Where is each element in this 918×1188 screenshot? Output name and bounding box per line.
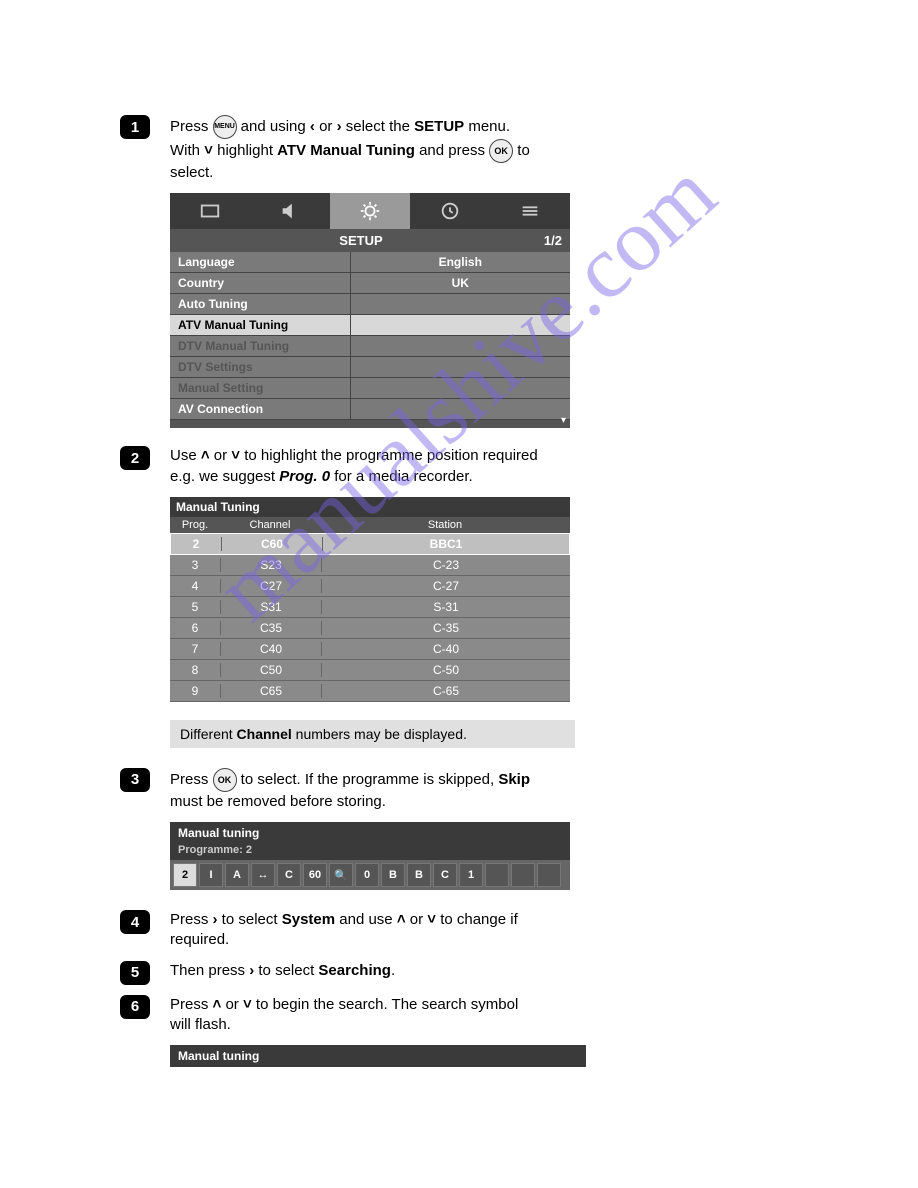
programme-cell: 0 <box>355 863 379 887</box>
programme-cell: B <box>407 863 431 887</box>
step-3: 3 Press OK to select. If the programme i… <box>120 768 858 812</box>
ok-button-icon: OK <box>213 768 237 792</box>
step-badge: 3 <box>120 768 150 792</box>
menu-button-icon: MENU <box>213 115 237 139</box>
programme-cell: A <box>225 863 249 887</box>
manual-tuning-row: 3S23C-23 <box>170 555 570 576</box>
step-text: Press ˄ or ˅ to begin the search. The se… <box>170 995 540 1036</box>
down-arrow-icon: ˅ <box>231 446 240 466</box>
programme-cell: 2 <box>173 863 197 887</box>
setup-row: DTV Manual Tuning <box>170 336 570 357</box>
setup-scroll-indicator <box>170 420 570 428</box>
step-text: Then press › to select Searching. <box>170 961 395 981</box>
ok-button-icon: OK <box>489 139 513 163</box>
setup-row: AV Connection <box>170 399 570 420</box>
step-badge: 2 <box>120 446 150 470</box>
note-box: Different Channel numbers may be display… <box>170 720 575 748</box>
programme-strip: 2IA↔C60🔍0BBC1 <box>170 860 570 890</box>
setup-row: CountryUK <box>170 273 570 294</box>
tab-picture-icon <box>170 193 250 229</box>
setup-items-table: LanguageEnglishCountryUKAuto TuningATV M… <box>170 252 570 420</box>
manual-tuning-header: Prog.ChannelStation <box>170 517 570 533</box>
manual-tuning-row: 4C27C-27 <box>170 576 570 597</box>
programme-bar: Manual tuning Programme: 2 2IA↔C60🔍0BBC1 <box>170 822 570 890</box>
up-arrow-icon: ˄ <box>201 446 210 466</box>
programme-cell: 60 <box>303 863 327 887</box>
step-badge: 4 <box>120 910 150 934</box>
step-badge: 1 <box>120 115 150 139</box>
manual-tuning-row: 9C65C-65 <box>170 681 570 702</box>
programme-cell <box>485 863 509 887</box>
up-arrow-icon: ˄ <box>397 910 406 930</box>
down-arrow-icon: ˅ <box>204 141 213 161</box>
step-1: 1 Press MENU and using ‹ or › select the… <box>120 115 858 183</box>
step-text: Use ˄ or ˅ to highlight the programme po… <box>170 446 540 487</box>
setup-row: Auto Tuning <box>170 294 570 315</box>
step-2: 2 Use ˄ or ˅ to highlight the programme … <box>120 446 858 487</box>
tab-setup-icon <box>330 193 410 229</box>
manual-tuning-row: 7C40C-40 <box>170 639 570 660</box>
setup-row: Manual Setting <box>170 378 570 399</box>
programme-cell: B <box>381 863 405 887</box>
setup-title-row: SETUP1/2 <box>170 229 570 252</box>
programme-cell <box>537 863 561 887</box>
step-badge: 5 <box>120 961 150 985</box>
step-4: 4 Press › to select System and use ˄ or … <box>120 910 858 951</box>
programme-cell: I <box>199 863 223 887</box>
down-arrow-icon: ˅ <box>243 995 252 1015</box>
programme-bar-title: Manual tuning <box>170 822 570 844</box>
step-badge: 6 <box>120 995 150 1019</box>
programme-cell: 🔍 <box>329 863 353 887</box>
setup-panel: SETUP1/2 LanguageEnglishCountryUKAuto Tu… <box>170 193 570 428</box>
tab-timer-icon <box>410 193 490 229</box>
setup-tabs <box>170 193 570 229</box>
manual-tuning-row: 6C35C-35 <box>170 618 570 639</box>
manual-tuning-title: Manual Tuning <box>170 497 570 517</box>
up-arrow-icon: ˄ <box>213 995 222 1015</box>
step-text: Press › to select System and use ˄ or ˅ … <box>170 910 540 951</box>
programme-cell: 1 <box>459 863 483 887</box>
tab-list-icon <box>490 193 570 229</box>
manual-tuning-row: 8C50C-50 <box>170 660 570 681</box>
programme-cell: C <box>433 863 457 887</box>
manual-tuning-row: 2C60BBC1 <box>170 533 570 555</box>
programme-bar-subtitle: Programme: 2 <box>170 844 570 860</box>
step-6: 6 Press ˄ or ˅ to begin the search. The … <box>120 995 858 1036</box>
down-arrow-icon: ˅ <box>427 910 436 930</box>
step-5: 5 Then press › to select Searching. <box>120 961 858 985</box>
manual-tuning-row: 5S31S-31 <box>170 597 570 618</box>
setup-row: LanguageEnglish <box>170 252 570 273</box>
manual-tuning-footer-title: Manual tuning <box>170 1045 586 1067</box>
tab-sound-icon <box>250 193 330 229</box>
programme-cell <box>511 863 535 887</box>
manual-tuning-panel: Manual Tuning Prog.ChannelStation 2C60BB… <box>170 497 570 702</box>
step-text: Press OK to select. If the programme is … <box>170 768 540 812</box>
setup-row: DTV Settings <box>170 357 570 378</box>
step-text: Press MENU and using ‹ or › select the S… <box>170 115 540 183</box>
setup-row: ATV Manual Tuning <box>170 315 570 336</box>
programme-cell: C <box>277 863 301 887</box>
programme-cell: ↔ <box>251 863 275 887</box>
